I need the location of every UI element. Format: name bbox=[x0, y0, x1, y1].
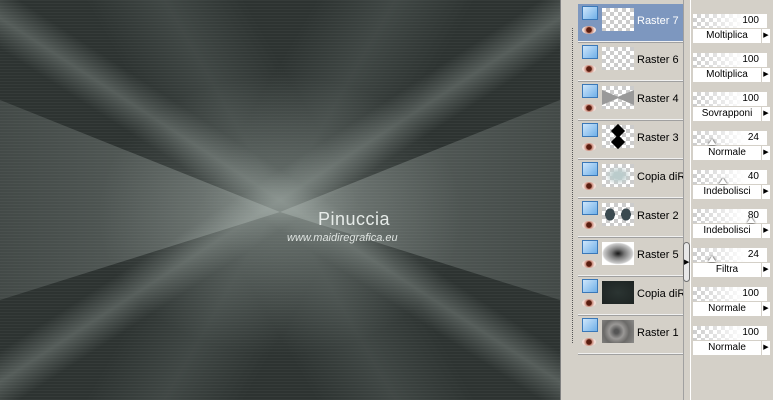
layer-thumbnail bbox=[602, 320, 634, 343]
layer-blend-controls: 100 Normale ▶ bbox=[693, 324, 773, 360]
raster-layer-icon bbox=[582, 45, 598, 59]
layer-name: Copia diRaster 1 bbox=[637, 288, 683, 300]
triangle-right-icon[interactable]: ▶ bbox=[762, 341, 770, 355]
eye-icon[interactable] bbox=[582, 104, 596, 112]
opacity-slider[interactable]: 100 bbox=[693, 14, 767, 28]
eye-icon[interactable] bbox=[582, 26, 596, 34]
layer-row[interactable]: Copia diRaster 1 bbox=[578, 160, 683, 198]
triangle-right-icon[interactable]: ▶ bbox=[762, 185, 770, 199]
layer-row[interactable]: Raster 6 bbox=[578, 43, 683, 81]
layer-thumbnail bbox=[602, 281, 634, 304]
raster-layer-icon bbox=[582, 201, 598, 215]
blend-mode-select[interactable]: Moltiplica bbox=[693, 68, 761, 82]
layer-blend-controls: 80 Indebolisci ▶ bbox=[693, 207, 773, 243]
layer-blend-controls: 24 Filtra ▶ bbox=[693, 246, 773, 282]
opacity-slider-handle[interactable] bbox=[719, 178, 727, 184]
opacity-slider[interactable]: 100 bbox=[693, 53, 767, 67]
raster-layer-icon bbox=[582, 240, 598, 254]
opacity-slider-handle[interactable] bbox=[708, 139, 716, 145]
layer-row[interactable]: Raster 4 bbox=[578, 82, 683, 120]
layer-row[interactable]: Raster 2 bbox=[578, 199, 683, 237]
layer-thumbnail bbox=[602, 47, 634, 70]
layer-blend-controls: 100 Moltiplica ▶ bbox=[693, 51, 773, 87]
layer-thumbnail bbox=[602, 242, 634, 265]
blend-mode-select[interactable]: Normale bbox=[693, 302, 761, 316]
raster-layer-icon bbox=[582, 6, 598, 20]
layer-name: Raster 6 bbox=[637, 54, 679, 66]
layer-thumbnail bbox=[602, 8, 634, 31]
triangle-right-icon[interactable]: ▶ bbox=[762, 146, 770, 160]
blend-mode-select[interactable]: Moltiplica bbox=[693, 29, 761, 43]
opacity-value: 100 bbox=[742, 93, 759, 104]
opacity-slider-handle[interactable] bbox=[747, 217, 755, 223]
triangle-right-icon[interactable]: ▶ bbox=[762, 302, 770, 316]
raster-layer-icon bbox=[582, 162, 598, 176]
layer-name: Copia diRaster 1 bbox=[637, 171, 683, 183]
layer-row[interactable]: Raster 7 bbox=[578, 4, 683, 42]
eye-icon[interactable] bbox=[582, 65, 596, 73]
eye-icon[interactable] bbox=[582, 338, 596, 346]
layer-row[interactable]: Raster 1 bbox=[578, 316, 683, 354]
opacity-value: 24 bbox=[747, 132, 759, 143]
blend-mode-select[interactable]: Normale bbox=[693, 341, 761, 355]
raster-layer-icon bbox=[582, 84, 598, 98]
raster-layer-icon bbox=[582, 318, 598, 332]
opacity-slider[interactable]: 24 bbox=[693, 131, 767, 145]
triangle-right-icon[interactable]: ▶ bbox=[762, 68, 770, 82]
triangle-right-icon[interactable]: ▶ bbox=[762, 107, 770, 121]
triangle-right-icon[interactable]: ▶ bbox=[762, 263, 770, 277]
layer-row[interactable]: Raster 3 bbox=[578, 121, 683, 159]
blend-mode-select[interactable]: Sovrapponi bbox=[693, 107, 761, 121]
watermark-name: Pinuccia bbox=[318, 209, 391, 229]
opacity-slider[interactable]: 100 bbox=[693, 326, 767, 340]
opacity-slider[interactable]: 40 bbox=[693, 170, 767, 184]
watermark-url: www.maidiregrafica.eu bbox=[287, 232, 398, 244]
opacity-value: 100 bbox=[742, 54, 759, 65]
eye-icon[interactable] bbox=[582, 260, 596, 268]
layer-name: Raster 1 bbox=[637, 327, 679, 339]
layer-blend-controls: 100 Normale ▶ bbox=[693, 285, 773, 321]
layer-blend-controls: 100 Sovrapponi ▶ bbox=[693, 90, 773, 126]
layer-blend-controls: 40 Indebolisci ▶ bbox=[693, 168, 773, 204]
layer-thumbnail bbox=[602, 203, 634, 226]
layer-row[interactable]: Copia diRaster 1 bbox=[578, 277, 683, 315]
opacity-slider[interactable]: 100 bbox=[693, 287, 767, 301]
layer-group-tree-line bbox=[572, 28, 573, 343]
image-canvas[interactable]: Pinuccia www.maidiregrafica.eu bbox=[0, 0, 560, 400]
triangle-right-icon[interactable]: ▶ bbox=[762, 224, 770, 238]
opacity-value: 100 bbox=[742, 15, 759, 26]
opacity-value: 40 bbox=[747, 171, 759, 182]
layer-row[interactable]: Raster 5 bbox=[578, 238, 683, 276]
layer-name: Raster 2 bbox=[637, 210, 679, 222]
layer-name: Raster 4 bbox=[637, 93, 679, 105]
blend-mode-select[interactable]: Indebolisci bbox=[693, 185, 761, 199]
opacity-slider-handle[interactable] bbox=[708, 256, 716, 262]
layer-name: Raster 5 bbox=[637, 249, 679, 261]
eye-icon[interactable] bbox=[582, 221, 596, 229]
layer-blend-controls: 100 Moltiplica ▶ bbox=[693, 12, 773, 48]
layer-thumbnail bbox=[602, 164, 634, 187]
eye-icon[interactable] bbox=[582, 299, 596, 307]
layer-blend-controls: 24 Normale ▶ bbox=[693, 129, 773, 165]
triangle-right-icon: ▶ bbox=[684, 259, 690, 266]
blend-mode-select[interactable]: Filtra bbox=[693, 263, 761, 277]
opacity-value: 100 bbox=[742, 327, 759, 338]
opacity-slider[interactable]: 24 bbox=[693, 248, 767, 262]
layer-name: Raster 3 bbox=[637, 132, 679, 144]
raster-layer-icon bbox=[582, 123, 598, 137]
blend-mode-select[interactable]: Indebolisci bbox=[693, 224, 761, 238]
blend-mode-select[interactable]: Normale bbox=[693, 146, 761, 160]
layer-thumbnail bbox=[602, 123, 634, 150]
layers-scrollbar[interactable]: ▶ bbox=[683, 0, 690, 400]
eye-icon[interactable] bbox=[582, 143, 596, 151]
raster-layer-icon bbox=[582, 279, 598, 293]
opacity-value: 24 bbox=[747, 249, 759, 260]
opacity-slider[interactable]: 100 bbox=[693, 92, 767, 106]
opacity-slider[interactable]: 80 bbox=[693, 209, 767, 223]
eye-icon[interactable] bbox=[582, 182, 596, 190]
opacity-value: 100 bbox=[742, 288, 759, 299]
layer-thumbnail bbox=[602, 86, 634, 109]
layer-name: Raster 7 bbox=[637, 15, 679, 27]
triangle-right-icon[interactable]: ▶ bbox=[762, 29, 770, 43]
